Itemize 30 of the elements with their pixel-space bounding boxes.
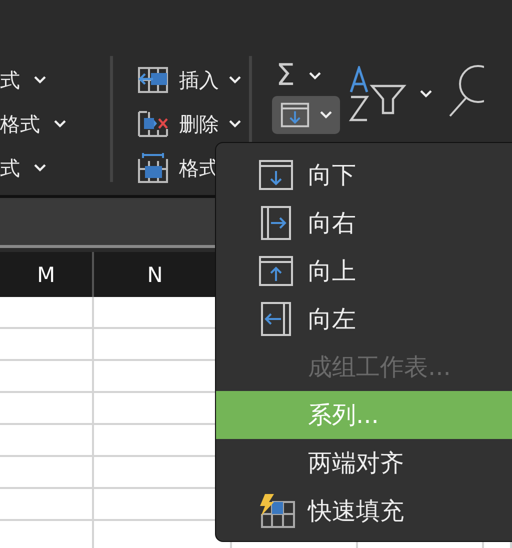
insert-cells-icon[interactable]: [137, 66, 169, 94]
caret-icon[interactable]: [320, 111, 332, 119]
column-header[interactable]: M: [0, 252, 94, 297]
delete-cells-icon[interactable]: [137, 110, 169, 138]
fill-left-icon: [260, 301, 292, 337]
fill-up-icon: [258, 255, 294, 287]
format-cells-icon[interactable]: [137, 153, 169, 183]
menu-item[interactable]: 向右: [216, 199, 512, 247]
caret-icon[interactable]: [420, 90, 432, 98]
ribbon-label[interactable]: 格式: [0, 110, 40, 138]
ribbon-label[interactable]: 式: [0, 154, 20, 182]
menu-item[interactable]: 向上: [216, 247, 512, 295]
caret-icon[interactable]: [229, 120, 241, 128]
ribbon-label[interactable]: 删除: [179, 110, 219, 138]
autosum-button[interactable]: Σ: [272, 58, 299, 94]
menu-item[interactable]: 向左: [216, 295, 512, 343]
caret-icon[interactable]: [34, 164, 46, 172]
ribbon-label[interactable]: 式: [0, 66, 20, 94]
fill-down-icon: [258, 159, 294, 191]
menu-item[interactable]: 向下: [216, 151, 512, 199]
caret-icon[interactable]: [34, 76, 46, 84]
fill-button[interactable]: [272, 96, 340, 134]
menu-item[interactable]: 快速填充: [216, 487, 512, 535]
caret-icon[interactable]: [229, 76, 241, 84]
ribbon-label[interactable]: 插入: [179, 66, 219, 94]
menu-item[interactable]: 两端对齐: [216, 439, 512, 487]
caret-icon[interactable]: [308, 72, 321, 80]
caret-icon[interactable]: [54, 120, 66, 128]
fill-down-icon: [280, 101, 310, 129]
fill-right-icon: [260, 205, 292, 241]
